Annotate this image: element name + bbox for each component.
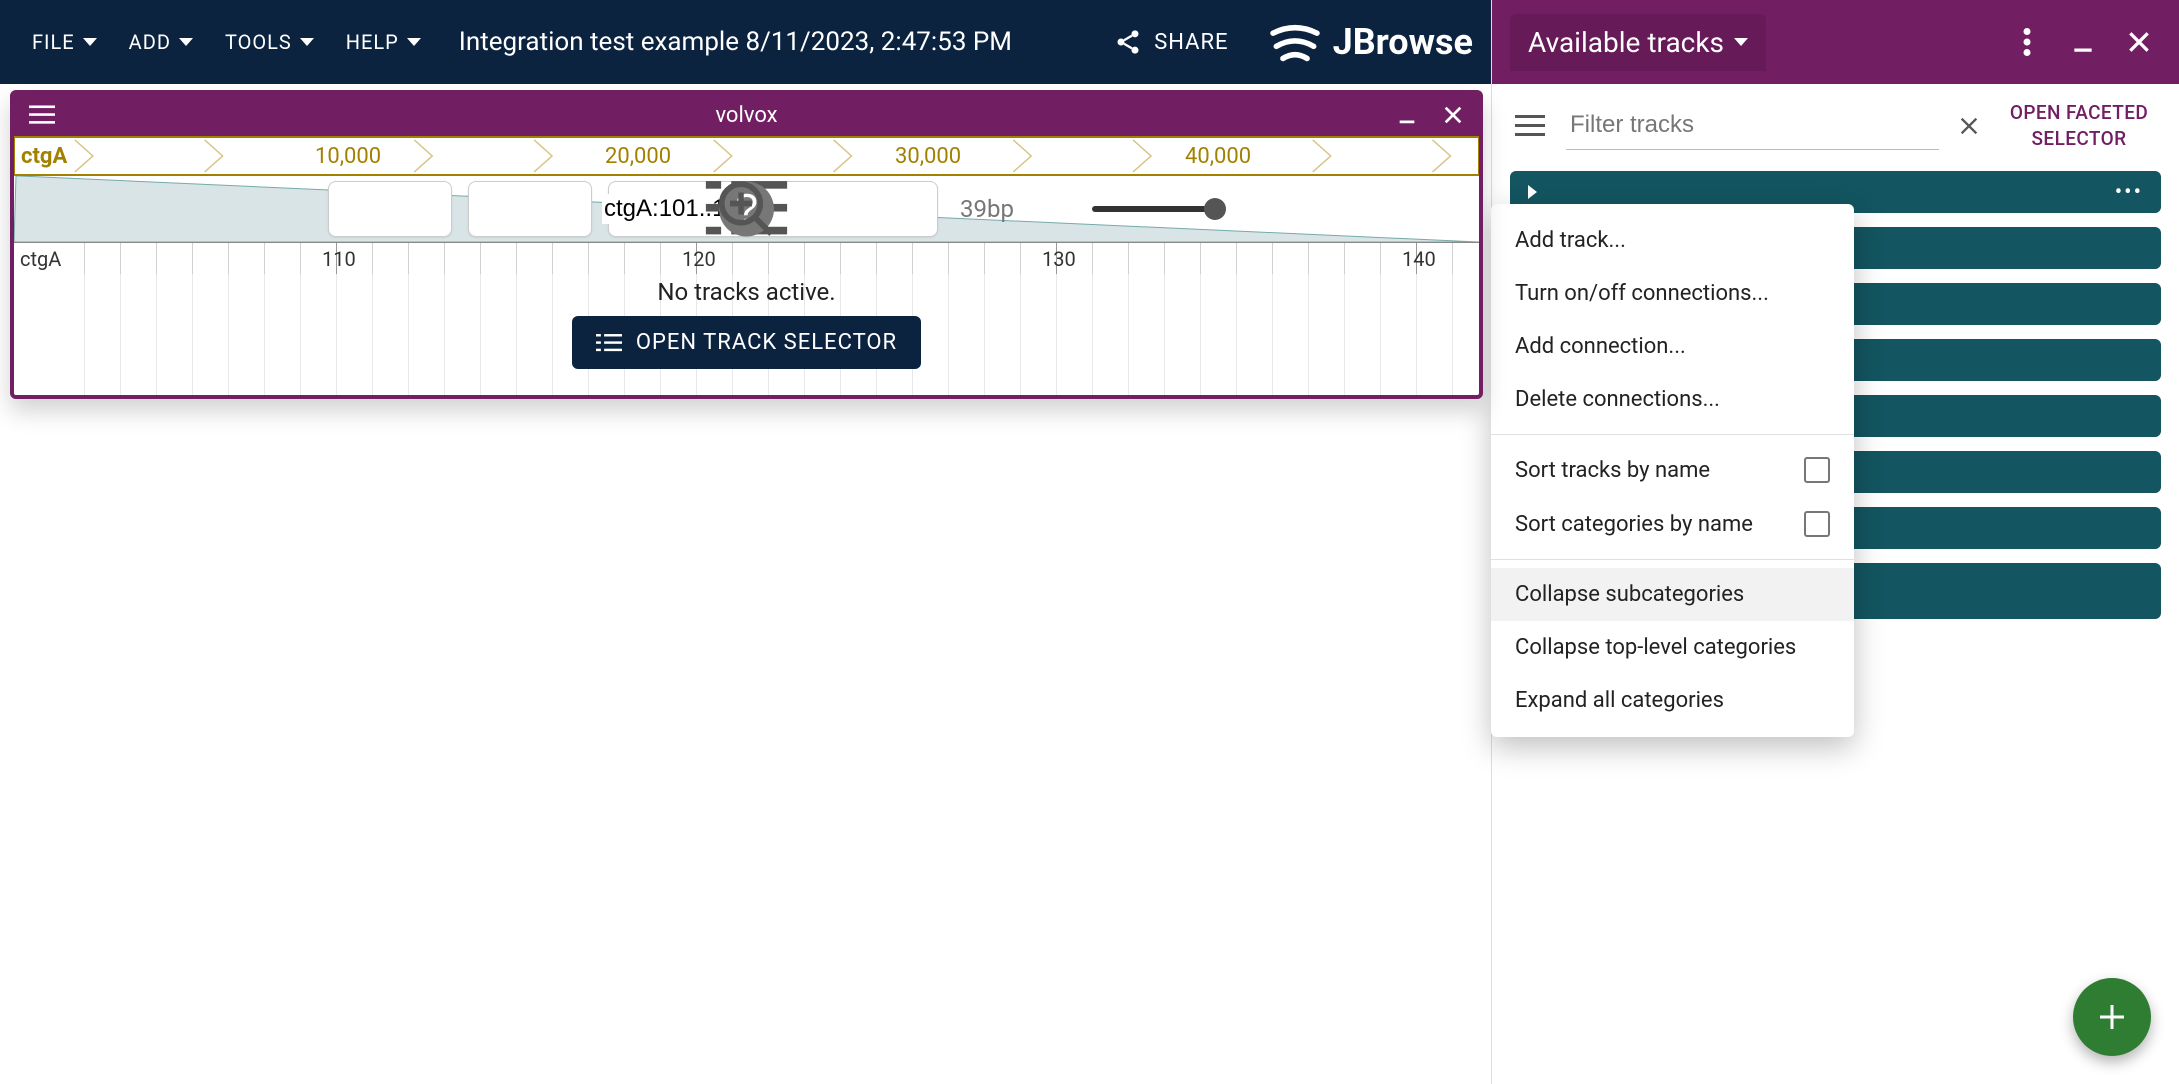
tools-menu[interactable]: TOOLS: [211, 20, 328, 64]
filter-tracks-input[interactable]: [1566, 101, 1939, 150]
menu-label: Add track...: [1515, 228, 1626, 253]
view-titlebar: volvox: [14, 94, 1479, 136]
menu-label: Delete connections...: [1515, 387, 1720, 412]
drawer-title-tab[interactable]: Available tracks: [1510, 14, 1766, 71]
drawer-toolbar: OPEN FACETED SELECTOR: [1492, 84, 2179, 161]
close-icon: [1442, 104, 1464, 126]
caret-down-icon: [407, 38, 421, 46]
overview-chevrons: [15, 138, 1477, 174]
menu-divider: [1491, 434, 1854, 435]
chevron-right-icon: [1528, 185, 1537, 199]
zoom-in-icon: [14, 176, 1479, 242]
logo-text: JBrowse: [1333, 21, 1473, 63]
view-menu-button[interactable]: [24, 97, 60, 133]
menu-item-add-track[interactable]: Add track...: [1491, 214, 1854, 267]
file-menu[interactable]: FILE: [18, 20, 111, 64]
caret-down-icon: [300, 38, 314, 46]
menu-label: Add connection...: [1515, 334, 1686, 359]
caret-down-icon: [1734, 38, 1748, 46]
view-close-button[interactable]: [1435, 97, 1471, 133]
open-track-selector-button[interactable]: OPEN TRACK SELECTOR: [572, 316, 921, 369]
overview-tick: 20,000: [605, 144, 671, 169]
menu-item-sort-categories[interactable]: Sort categories by name: [1491, 497, 1854, 551]
share-button[interactable]: SHARE: [1100, 18, 1242, 66]
minimize-icon: [2070, 29, 2096, 55]
menu-label: HELP: [346, 30, 399, 54]
nav-controls: ? 39bp: [14, 176, 1479, 242]
close-icon: [1958, 115, 1980, 137]
drawer-more-button[interactable]: [1999, 14, 2055, 70]
overview-tick: 10,000: [315, 144, 381, 169]
menu-item-delete-connections[interactable]: Delete connections...: [1491, 373, 1854, 426]
close-icon: [2126, 29, 2152, 55]
menu-item-sort-tracks[interactable]: Sort tracks by name: [1491, 443, 1854, 497]
drawer-close-button[interactable]: [2111, 14, 2167, 70]
jbrowse-logo: JBrowse: [1267, 20, 1473, 64]
menu-item-expand-all[interactable]: Expand all categories: [1491, 674, 1854, 727]
no-tracks-message: No tracks active.: [657, 278, 835, 306]
more-vert-icon: [2023, 28, 2031, 56]
open-faceted-selector-button[interactable]: OPEN FACETED SELECTOR: [1999, 94, 2159, 157]
jbrowse-logo-icon: [1267, 20, 1323, 64]
menu-divider: [1491, 559, 1854, 560]
zoom-in-button[interactable]: [1238, 189, 1278, 229]
checkbox-unchecked-icon[interactable]: [1804, 511, 1830, 537]
menu-item-add-connection[interactable]: Add connection...: [1491, 320, 1854, 373]
add-menu[interactable]: ADD: [115, 20, 207, 64]
hamburger-icon: [1515, 115, 1545, 137]
gridlines: [14, 243, 1479, 274]
hamburger-popup-menu: Add track... Turn on/off connections... …: [1491, 204, 1854, 737]
track-area: No tracks active. OPEN TRACK SELECTOR: [14, 274, 1479, 395]
help-menu[interactable]: HELP: [332, 20, 435, 64]
share-label: SHARE: [1154, 30, 1228, 55]
drawer-minimize-button[interactable]: [2055, 14, 2111, 70]
caret-down-icon: [83, 38, 97, 46]
button-label: OPEN TRACK SELECTOR: [636, 330, 897, 355]
scale-tick: 120: [682, 247, 716, 271]
add-track-fab[interactable]: [2073, 978, 2151, 1056]
clear-filter-button[interactable]: [1949, 106, 1989, 146]
menu-label: FILE: [32, 30, 75, 54]
track-list-icon: [596, 332, 622, 354]
overview-polygon-row: ? 39bp: [14, 176, 1479, 242]
menu-label: Sort tracks by name: [1515, 458, 1710, 483]
drawer-header: Available tracks: [1492, 0, 2179, 84]
menu-label: Collapse top-level categories: [1515, 635, 1796, 660]
minimize-icon: [1396, 104, 1418, 126]
menu-item-toggle-connections[interactable]: Turn on/off connections...: [1491, 267, 1854, 320]
overview-tick: 30,000: [895, 144, 961, 169]
scale-tick: 140: [1402, 247, 1436, 271]
menu-item-collapse-top[interactable]: Collapse top-level categories: [1491, 621, 1854, 674]
menu-label: Collapse subcategories: [1515, 582, 1744, 607]
checkbox-unchecked-icon[interactable]: [1804, 457, 1830, 483]
overview-tick: 40,000: [1185, 144, 1251, 169]
menu-label: Expand all categories: [1515, 688, 1724, 713]
menu-label: TOOLS: [225, 30, 292, 54]
drawer-title: Available tracks: [1528, 26, 1724, 59]
view-minimize-button[interactable]: [1389, 97, 1425, 133]
more-horiz-icon[interactable]: •••: [2115, 180, 2143, 205]
app-bar: FILE ADD TOOLS HELP Integration test exa…: [0, 0, 1491, 84]
scale-tick: 110: [322, 247, 356, 271]
caret-down-icon: [179, 38, 193, 46]
session-title[interactable]: Integration test example 8/11/2023, 2:47…: [459, 27, 1096, 57]
overview-scalebar[interactable]: ctgA 10,000 20,000 30,000 40,000: [14, 136, 1479, 176]
share-icon: [1114, 28, 1142, 56]
scale-tick: 130: [1042, 247, 1076, 271]
view-title-text[interactable]: volvox: [715, 103, 777, 128]
menu-label: Sort categories by name: [1515, 512, 1753, 537]
drawer-hamburger-button[interactable]: [1504, 100, 1556, 152]
main-scalebar[interactable]: ctgA 110 120 130 140: [14, 242, 1479, 274]
linear-genome-view: volvox ctgA 10,000 20,000 30,000 40,000: [10, 90, 1483, 399]
menu-label: ADD: [129, 30, 171, 54]
menu-label: Turn on/off connections...: [1515, 281, 1769, 306]
plus-icon: [2094, 999, 2130, 1035]
menu-item-collapse-subcategories[interactable]: Collapse subcategories: [1491, 568, 1854, 621]
hamburger-icon: [29, 105, 55, 125]
